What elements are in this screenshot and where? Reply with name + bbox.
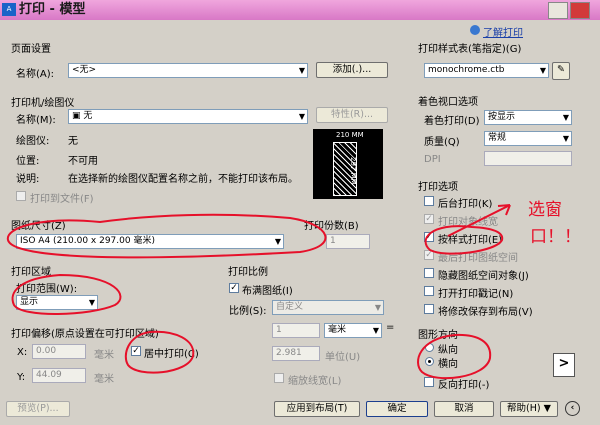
chevron-down-icon: ▼ — [543, 403, 551, 414]
help-button[interactable]: 帮助(H) ▼ — [500, 401, 558, 417]
annotation-ellipse-area — [11, 273, 122, 315]
preview-button[interactable]: 预览(P)... — [6, 401, 70, 417]
annotation-ellipse-paper — [6, 213, 327, 259]
annotation-ellipse-center — [124, 330, 195, 374]
annotation-ellipse-style — [424, 225, 504, 255]
collapse-arrow-icon[interactable]: ‹ — [565, 401, 580, 416]
cancel-button[interactable]: 取消 — [434, 401, 494, 417]
annotation-arrow — [447, 204, 511, 237]
apply-to-layout-button[interactable]: 应用到布局(T) — [274, 401, 360, 417]
ok-button[interactable]: 确定 — [366, 401, 428, 417]
annotation-strokes — [6, 204, 511, 380]
annotation-ellipse-orientation — [417, 333, 492, 380]
help-button-label: 帮助(H) — [507, 403, 541, 414]
